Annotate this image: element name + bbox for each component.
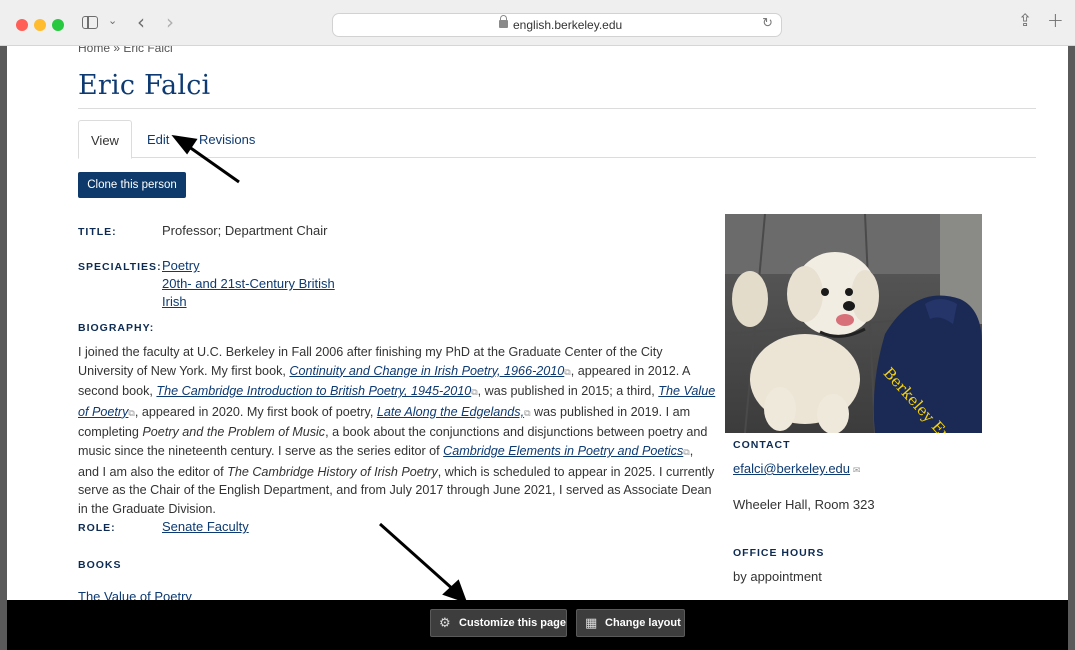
change-layout-button[interactable]: ▦ Change layout <box>576 609 685 637</box>
lock-icon <box>499 15 508 28</box>
address-bar[interactable]: english.berkeley.edu ↻ <box>332 13 782 37</box>
dog-photo-illustration <box>725 214 982 433</box>
profile-photo: Berkeley English <box>725 214 982 433</box>
reload-icon[interactable]: ↻ <box>762 16 773 31</box>
minimize-window-button[interactable] <box>34 19 46 31</box>
biography-label: BIOGRAPHY: <box>78 322 155 334</box>
browser-toolbar: ⌄ ‹ › english.berkeley.edu ↻ ⇪ + <box>0 0 1075 46</box>
new-tab-icon[interactable]: + <box>1047 8 1064 32</box>
tab-view[interactable]: View <box>78 120 132 159</box>
office-hours-label: OFFICE HOURS <box>733 547 825 559</box>
layout-grid-icon: ▦ <box>585 616 598 631</box>
specialty-link[interactable]: 20th- and 21st-Century British <box>162 276 335 291</box>
clone-person-button[interactable]: Clone this person <box>78 172 186 198</box>
location-text: Wheeler Hall, Room 323 <box>733 497 875 512</box>
admin-bottom-bar: ⚙ Customize this page ▦ Change layout <box>7 600 1068 650</box>
sidebar-toggle-icon[interactable] <box>82 16 98 29</box>
customize-page-button[interactable]: ⚙ Customize this page <box>430 609 567 637</box>
specialty-link[interactable]: Poetry <box>162 258 200 273</box>
share-icon[interactable]: ⇪ <box>1018 11 1032 31</box>
specialties-label: SPECIALTIES: <box>78 261 162 273</box>
url-text: english.berkeley.edu <box>513 18 623 32</box>
tab-revisions[interactable]: Revisions <box>187 120 267 158</box>
customize-label: Customize this page <box>459 617 566 629</box>
role-link[interactable]: Senate Faculty <box>162 519 249 534</box>
forward-arrow-icon[interactable]: › <box>166 10 174 34</box>
arrow-to-customize <box>379 522 468 604</box>
books-label: BOOKS <box>78 559 122 571</box>
contact-label: CONTACT <box>733 439 791 451</box>
page-title: Eric Falci <box>78 70 211 101</box>
zoom-window-button[interactable] <box>52 19 64 31</box>
gear-icon: ⚙ <box>439 616 451 631</box>
back-arrow-icon[interactable]: ‹ <box>137 10 145 34</box>
change-layout-label: Change layout <box>605 617 681 629</box>
biography-text: I joined the faculty at U.C. Berkeley in… <box>78 345 716 516</box>
browser-viewport: Home » Eric Falci Eric Falci View Edit R… <box>7 46 1068 650</box>
book-link[interactable]: Late Along the Edgelands, <box>377 405 524 419</box>
breadcrumb[interactable]: Home » Eric Falci <box>78 46 173 55</box>
title-divider <box>78 108 1036 109</box>
page-content: Home » Eric Falci Eric Falci View Edit R… <box>7 46 1068 606</box>
book-link[interactable]: Continuity and Change in Irish Poetry, 1… <box>289 364 564 378</box>
title-value: Professor; Department Chair <box>162 223 328 238</box>
email-link-wrapper: efalci@berkeley.edu ✉ <box>733 461 860 476</box>
series-link[interactable]: Cambridge Elements in Poetry and Poetics <box>443 444 683 458</box>
tab-bar: View Edit Revisions <box>78 120 1036 159</box>
specialty-link[interactable]: Irish <box>162 294 187 309</box>
email-link[interactable]: efalci@berkeley.edu <box>733 461 850 476</box>
office-hours-value: by appointment <box>733 569 822 584</box>
book-link[interactable]: The Cambridge Introduction to British Po… <box>156 384 471 398</box>
title-label: TITLE: <box>78 226 117 238</box>
chevron-down-icon[interactable]: ⌄ <box>108 14 117 27</box>
role-label: ROLE: <box>78 522 116 534</box>
close-window-button[interactable] <box>16 19 28 31</box>
tab-edit[interactable]: Edit <box>135 120 181 158</box>
mail-icon: ✉ <box>850 466 861 476</box>
